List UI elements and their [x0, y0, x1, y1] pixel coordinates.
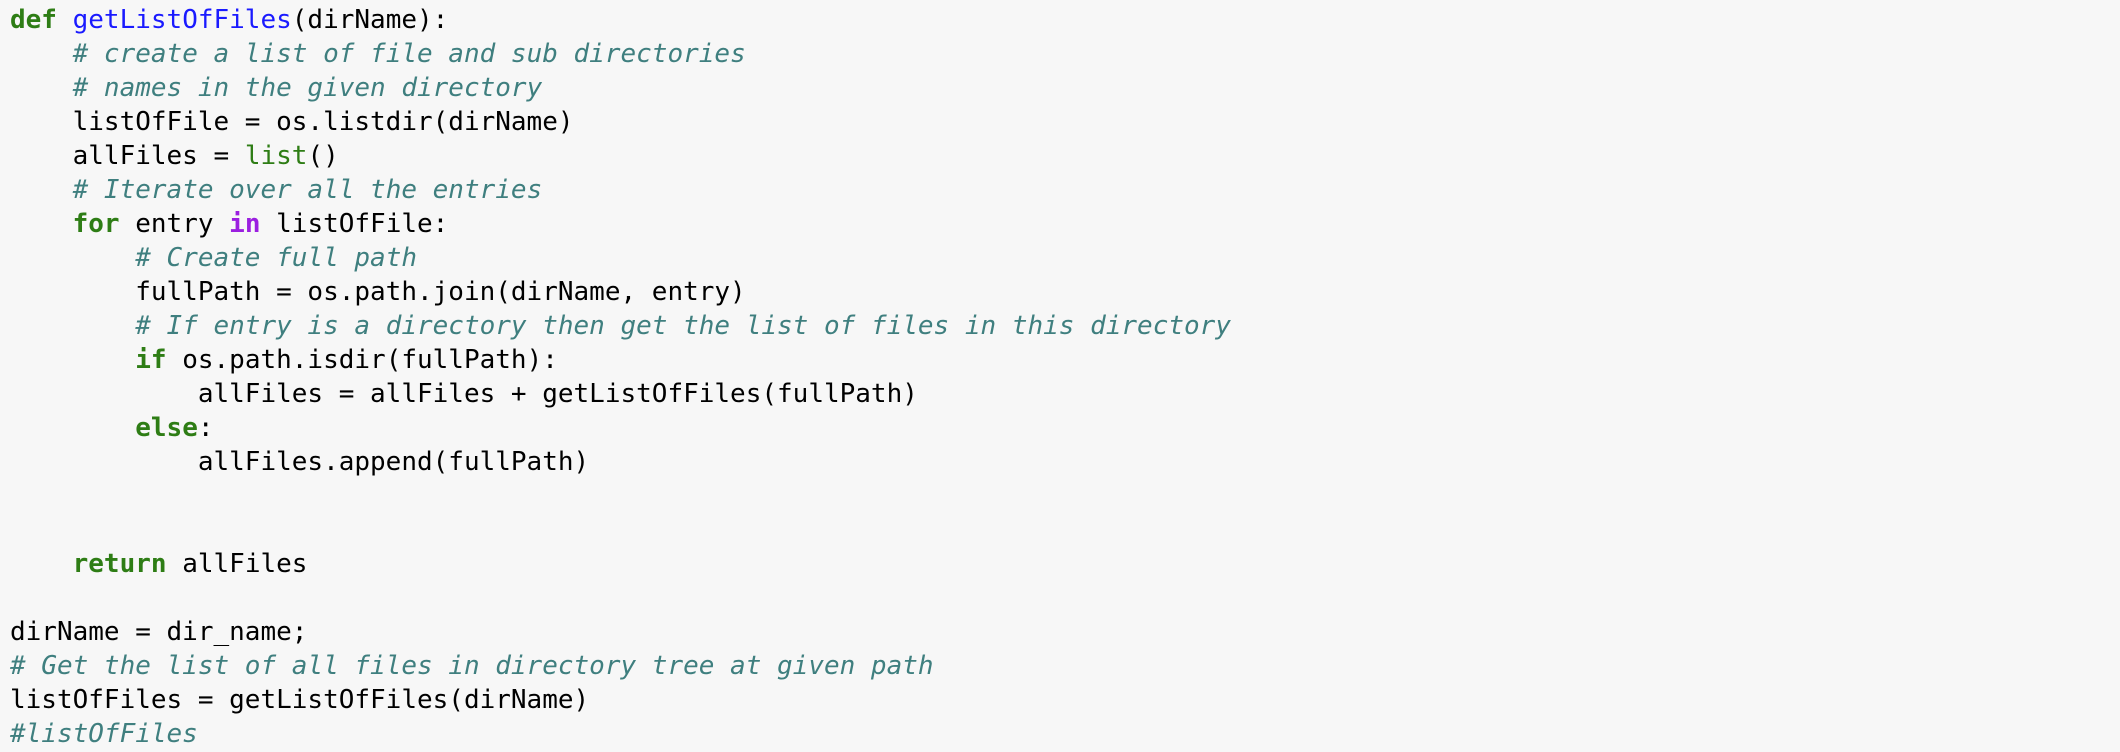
code-text-token: dirName = dir_name; — [10, 617, 308, 647]
code-line: else: — [10, 411, 2120, 445]
code-text-token: os.path.isdir(fullPath): — [166, 345, 558, 375]
comment-token: # Iterate over all the entries — [72, 175, 543, 205]
code-line: fullPath = os.path.join(dirName, entry) — [10, 275, 2120, 309]
code-text-token: listOfFile = os.listdir(dirName) — [10, 107, 574, 137]
code-text-token: (dirName): — [291, 5, 449, 35]
comment-token: # Create full path — [135, 243, 417, 273]
code-text-token: allFiles.append(fullPath) — [10, 447, 590, 477]
code-line: # Create full path — [10, 241, 2120, 275]
code-line: if os.path.isdir(fullPath): — [10, 343, 2120, 377]
code-text-token: : — [197, 413, 214, 443]
keyword-token: if — [135, 345, 167, 375]
comment-token: #listOfFiles — [10, 719, 198, 749]
comment-token: # create a list of file and sub director… — [72, 39, 746, 69]
code-line: for entry in listOfFile: — [10, 207, 2120, 241]
code-line: return allFiles — [10, 547, 2120, 581]
code-text-token: () — [307, 141, 339, 171]
comment-token: # Get the list of all files in directory… — [10, 651, 934, 681]
code-line: # Iterate over all the entries — [10, 173, 2120, 207]
code-line: allFiles = list() — [10, 139, 2120, 173]
code-line: dirName = dir_name; — [10, 615, 2120, 649]
code-text-token: listOfFile: — [260, 209, 449, 239]
comment-token: # If entry is a directory then get the l… — [135, 311, 1231, 341]
keyword-token: else — [135, 413, 198, 443]
code-text-token: listOfFiles = getListOfFiles(dirName) — [10, 685, 590, 715]
code-line: listOfFiles = getListOfFiles(dirName) — [10, 683, 2120, 717]
builtin-token: list — [244, 141, 308, 171]
keyword-token: for — [72, 209, 120, 239]
code-text-token: fullPath = os.path.join(dirName, entry) — [10, 277, 746, 307]
comment-token: # names in the given directory — [72, 73, 543, 103]
code-text-token: allFiles = allFiles + getListOfFiles(ful… — [10, 379, 918, 409]
code-line: # If entry is a directory then get the l… — [10, 309, 2120, 343]
keyword-token: return — [72, 549, 167, 579]
keyword-token: def — [10, 5, 57, 35]
code-line: #listOfFiles — [10, 717, 2120, 751]
code-line: allFiles = allFiles + getListOfFiles(ful… — [10, 377, 2120, 411]
code-line: # names in the given directory — [10, 71, 2120, 105]
code-text-token: entry — [119, 209, 230, 239]
code-text-token: allFiles — [166, 549, 308, 579]
code-line: # create a list of file and sub director… — [10, 37, 2120, 71]
code-line: allFiles.append(fullPath) — [10, 445, 2120, 479]
code-block: def getListOfFiles(dirName): # create a … — [0, 0, 2120, 752]
keyword-token: in — [229, 209, 261, 239]
code-line: # Get the list of all files in directory… — [10, 649, 2120, 683]
function-name-token: getListOfFiles — [72, 5, 292, 35]
code-line: def getListOfFiles(dirName): — [10, 3, 2120, 37]
code-text-token: allFiles = — [10, 141, 245, 171]
code-line: listOfFile = os.listdir(dirName) — [10, 105, 2120, 139]
